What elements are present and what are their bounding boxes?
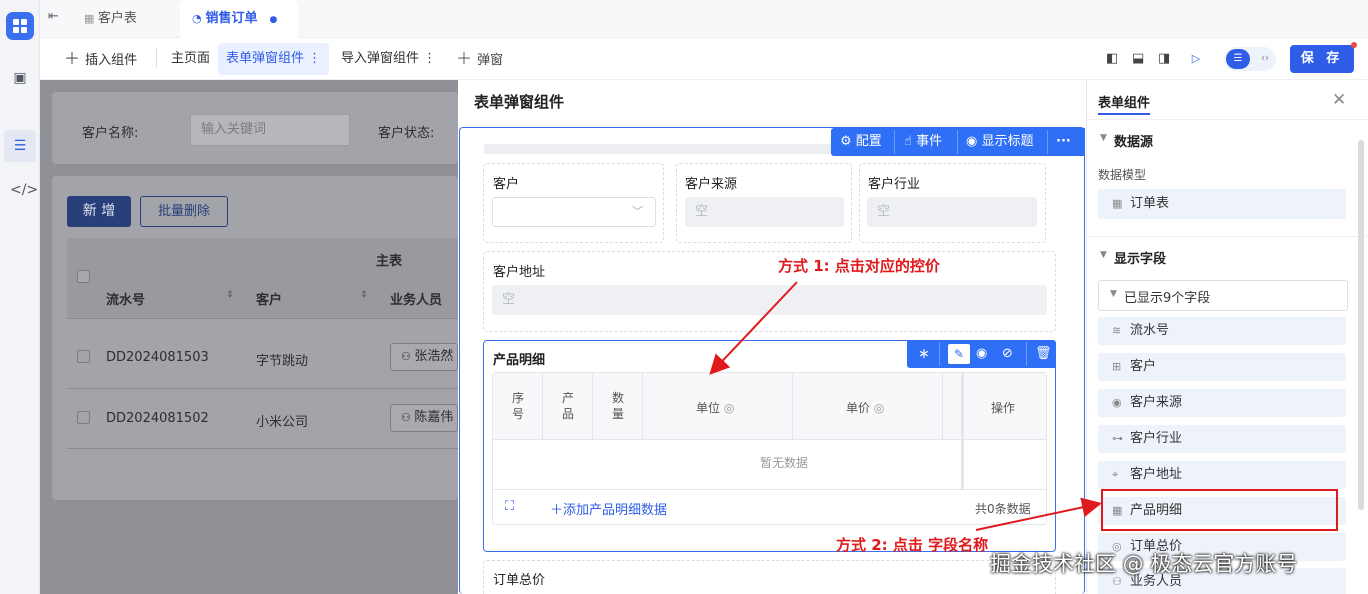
arrow-method-2 xyxy=(975,497,1102,531)
annotation-arrows xyxy=(709,281,1102,531)
arrow-method-1 xyxy=(709,281,798,375)
watermark: 掘金技术社区 @ 极态云官方账号 xyxy=(990,552,1298,576)
